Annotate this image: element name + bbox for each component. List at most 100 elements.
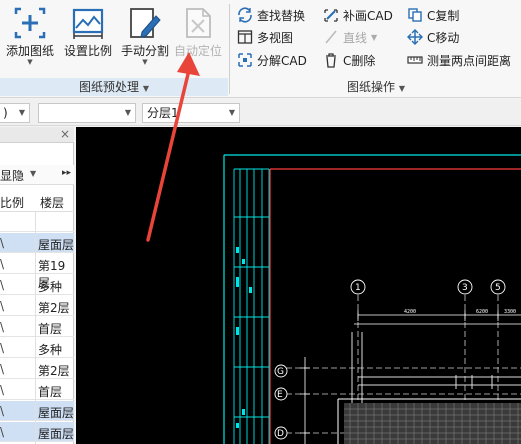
auto-locate-icon xyxy=(186,8,211,38)
c-move-label: C移动 xyxy=(427,30,460,45)
c-delete-label: C删除 xyxy=(343,53,376,68)
table-row[interactable]: \ 多种 xyxy=(0,338,74,358)
redraw-cad-button[interactable]: 补画CAD xyxy=(323,5,393,25)
ruler-icon xyxy=(407,56,423,64)
app-window: 添加图纸 ▼ 设置比例 手动分割 ▼ 自动定位 图纸预处理 ▼ 查找替换 多视图… xyxy=(0,0,521,444)
table-row[interactable] xyxy=(0,212,74,232)
table-row[interactable]: \ 第2层 xyxy=(0,296,74,316)
scale-cell: \ xyxy=(0,299,5,313)
chevron-down-icon: ▼ xyxy=(124,108,131,117)
c-move-button[interactable]: C移动 xyxy=(407,27,459,47)
trash-icon xyxy=(326,53,336,68)
measure-distance-button[interactable]: 测量两点间距离 xyxy=(407,50,511,70)
chevron-down-icon: ▼ xyxy=(228,108,235,117)
set-scale-icon xyxy=(72,8,104,39)
table-row[interactable]: \ 屋面层 xyxy=(0,422,74,442)
c-delete-button[interactable]: C删除 xyxy=(323,50,375,70)
axis-bubble-label: 5 xyxy=(495,283,501,293)
table-row[interactable]: \ 屋面层 xyxy=(0,401,74,421)
auto-locate-button[interactable]: 自动定位 xyxy=(172,2,224,74)
redraw-cad-label: 补画CAD xyxy=(343,8,393,23)
copy-icon xyxy=(408,8,422,22)
cad-canvas[interactable]: 4200 6200 3300 1 3 5 G E D xyxy=(76,127,521,444)
column-divider xyxy=(35,212,36,444)
cad-drawing: 4200 6200 3300 1 3 5 G E D xyxy=(223,154,521,444)
measure-distance-label: 测量两点间距离 xyxy=(427,53,512,68)
axis-bubble-label: E xyxy=(277,390,283,400)
drawing-operations-group: 查找替换 多视图 分解CAD 补画CAD 直线 ▼ C删除 C复制 C移动 测量… xyxy=(231,0,521,98)
find-replace-button[interactable]: 查找替换 xyxy=(237,5,305,25)
line-icon xyxy=(325,30,337,44)
chevron-down-icon[interactable]: ▼ xyxy=(143,84,149,93)
preprocess-group-title: 图纸预处理 xyxy=(79,80,140,94)
move-icon xyxy=(407,29,423,45)
set-scale-button[interactable]: 设置比例 xyxy=(62,2,114,74)
ribbon-separator xyxy=(229,4,230,94)
explode-cad-button[interactable]: 分解CAD xyxy=(237,50,307,70)
operations-group-title: 图纸操作 xyxy=(347,80,396,94)
title-block xyxy=(233,168,270,444)
scale-cell: \ xyxy=(0,320,5,334)
floor-cell: 屋面层 xyxy=(38,427,75,441)
table-row[interactable]: \ 第19层 xyxy=(0,254,74,290)
preprocess-group-label: 图纸预处理 ▼ xyxy=(0,78,228,96)
ribbon: 添加图纸 ▼ 设置比例 手动分割 ▼ 自动定位 图纸预处理 ▼ 查找替换 多视图… xyxy=(0,0,521,98)
layer-select[interactable]: 分层1 ▼ xyxy=(142,103,240,123)
pencil-icon xyxy=(130,8,161,38)
table-row[interactable]: \ 首层 xyxy=(0,317,74,337)
left-dimension-line xyxy=(300,357,310,444)
c-copy-button[interactable]: C复制 xyxy=(407,5,459,25)
manual-split-button[interactable]: 手动分割 ▼ xyxy=(118,2,172,74)
axis-bubble-label: G xyxy=(277,367,284,377)
line-label: 直线 xyxy=(343,30,368,45)
chevron-down-icon[interactable]: ▼ xyxy=(399,84,405,93)
multi-view-button[interactable]: 多视图 xyxy=(237,27,293,47)
floor-cell: 多种 xyxy=(38,343,63,357)
floor-cell: 首层 xyxy=(38,385,63,399)
title-block-marks xyxy=(236,247,252,428)
scale-column-header[interactable]: 比例 xyxy=(0,194,24,211)
auto-locate-label: 自动定位 xyxy=(173,44,222,58)
scale-cell: \ xyxy=(0,362,5,376)
panel-header: × xyxy=(0,127,74,143)
floor-column-header[interactable]: 楼层 xyxy=(40,194,64,211)
set-scale-label: 设置比例 xyxy=(63,44,112,58)
table-row[interactable]: \ 第2层 xyxy=(0,359,74,379)
floor-select[interactable]: ) ▼ xyxy=(0,103,30,123)
floor-cell: 屋面层 xyxy=(38,406,75,420)
table-row[interactable]: \ 首层 xyxy=(0,380,74,400)
drawing-border xyxy=(269,168,521,444)
drawing-preprocess-group: 添加图纸 ▼ 设置比例 手动分割 ▼ 自动定位 图纸预处理 ▼ xyxy=(0,0,228,98)
multi-view-label: 多视图 xyxy=(257,30,294,45)
explode-cad-label: 分解CAD xyxy=(257,53,307,68)
explode-cad-icon xyxy=(238,53,252,67)
expand-arrows-icon[interactable]: ▸▸ xyxy=(62,168,71,178)
table-row[interactable]: \ 多种 xyxy=(0,275,74,295)
scale-cell: \ xyxy=(0,383,5,397)
scale-cell: \ xyxy=(0,425,5,439)
close-icon[interactable]: × xyxy=(60,127,70,141)
add-drawing-label: 添加图纸 xyxy=(5,44,54,58)
table-row[interactable]: \ 屋面层 xyxy=(0,233,74,253)
line-button[interactable]: 直线 ▼ xyxy=(323,27,377,47)
c-copy-label: C复制 xyxy=(427,8,460,23)
table-header: 比例 楼层 xyxy=(0,190,74,212)
chevron-down-icon: ▼ xyxy=(30,169,37,178)
axis-bubble-label: 1 xyxy=(355,283,361,293)
scale-cell: \ xyxy=(0,404,5,418)
dimension-line xyxy=(354,310,521,325)
layer-select-value: 分层1 xyxy=(147,106,179,120)
drawing-list-panel: × 显隐 ▼ ▸▸ 比例 楼层 \ 屋面层 \ 第19层 \ 多种 \ 第2层 \ 首层 \ 多种 \ 第… xyxy=(0,127,74,444)
dim-label: 4200 xyxy=(404,309,416,315)
scale-cell: \ xyxy=(0,236,5,250)
floor-cell: 第2层 xyxy=(38,364,70,378)
add-drawing-button[interactable]: 添加图纸 ▼ xyxy=(4,2,56,74)
component-select[interactable]: ▼ xyxy=(38,103,136,123)
filter-toolbar: ) ▼ ▼ 分层1 ▼ xyxy=(0,99,521,126)
dim-label: 6200 xyxy=(476,309,488,315)
dim-label: 3300 xyxy=(504,309,516,315)
visibility-filter[interactable]: 显隐 ▼ ▸▸ xyxy=(0,165,74,185)
chevron-down-icon: ▼ xyxy=(27,58,33,66)
floor-cell: 首层 xyxy=(38,322,63,336)
find-replace-label: 查找替换 xyxy=(257,8,306,23)
